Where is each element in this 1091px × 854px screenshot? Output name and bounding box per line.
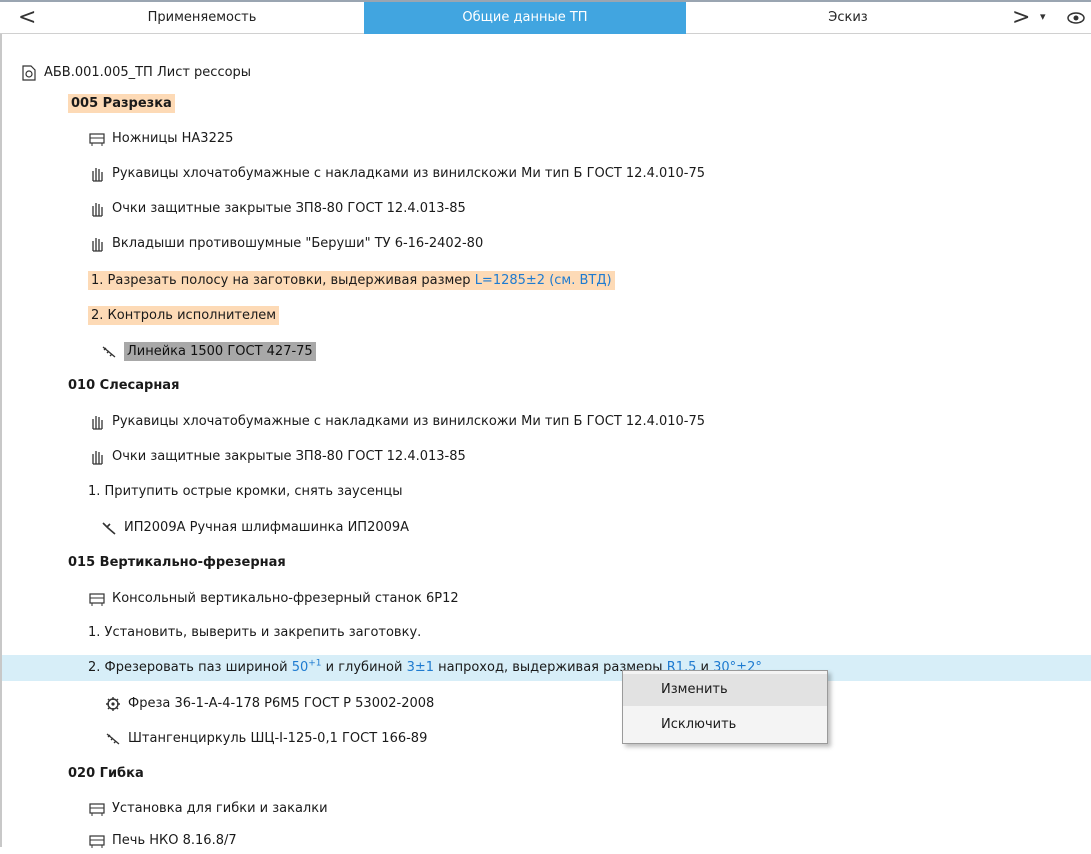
operation-title: 005 Разрезка (68, 94, 175, 113)
equipment-label: Установка для гибки и закалки (112, 801, 328, 816)
equipment-item[interactable]: Ножницы НА3225 (88, 126, 233, 152)
step-item[interactable]: 1. Установить, выверить и закрепить заго… (88, 620, 421, 646)
operation-title: 010 Слесарная (68, 378, 180, 393)
step-text: 1. Разрезать полосу на заготовки, выдерж… (91, 273, 475, 288)
ppe-label: Очки защитные закрытые ЗП8-80 ГОСТ 12.4.… (112, 201, 466, 216)
tab-sketch[interactable]: Эскиз (686, 2, 1010, 34)
caliper-icon (106, 733, 120, 744)
step-text: и глубиной (321, 660, 407, 675)
step-item[interactable]: 1. Разрезать полосу на заготовки, выдерж… (88, 268, 615, 294)
machine-icon (89, 834, 105, 848)
depth-value: 3±1 (406, 660, 434, 675)
equipment-label: Консольный вертикально-фрезерный станок … (112, 591, 459, 606)
tool-label: ИП2009А Ручная шлифмашинка ИП2009А (124, 520, 410, 535)
tree-root-label: АБВ.001.005_ТП Лист рессоры (44, 65, 252, 80)
operation-010[interactable]: 010 Слесарная (68, 373, 179, 399)
tab-bar: < Применяемость Общие данные ТП Эскиз > … (0, 0, 1091, 34)
ppe-label: Очки защитные закрытые ЗП8-80 ГОСТ 12.4.… (112, 449, 466, 464)
ruler-icon (102, 346, 116, 357)
equipment-item[interactable]: Консольный вертикально-фрезерный станок … (88, 586, 459, 612)
step-text: 1. Притупить острые кромки, снять заусен… (88, 484, 403, 499)
glove-icon (92, 415, 103, 430)
tool-item[interactable]: Фреза 36-1-А-4-178 Р6М5 ГОСТ Р 53002-200… (104, 691, 434, 717)
step-text: 2. Контроль исполнителем (88, 306, 280, 325)
operation-015[interactable]: 015 Вертикально-фрезерная (68, 550, 286, 576)
step-text: 2. Фрезеровать паз шириной (88, 660, 292, 675)
context-menu: Изменить Исключить (622, 670, 828, 744)
tool-label: Фреза 36-1-А-4-178 Р6М5 ГОСТ Р 53002-200… (128, 696, 435, 711)
machine-icon (89, 132, 105, 146)
ppe-item[interactable]: Рукавицы хлочатобумажные с накладками из… (88, 409, 705, 435)
ppe-item[interactable]: Рукавицы хлочатобумажные с накладками из… (88, 161, 705, 187)
context-menu-exclude[interactable]: Исключить (623, 709, 827, 741)
operation-020[interactable]: 020 Гибка (68, 761, 144, 787)
document-icon (22, 64, 36, 81)
tab-menu-dropdown[interactable]: ▾ (1040, 10, 1046, 23)
ppe-label: Рукавицы хлочатобумажные с накладками из… (112, 414, 706, 429)
equipment-label: Ножницы НА3225 (112, 131, 234, 146)
glove-icon (92, 450, 103, 465)
ppe-label: Рукавицы хлочатобумажные с накладками из… (112, 166, 706, 181)
ppe-label: Вкладыши противошумные "Беруши" ТУ 6-16-… (112, 236, 484, 251)
equipment-item[interactable]: Печь НКО 8.16.8/7 (88, 828, 237, 854)
operation-005[interactable]: 005 Разрезка (68, 91, 175, 117)
tree-left-border (0, 34, 2, 847)
glove-icon (92, 237, 103, 252)
tree-root[interactable]: АБВ.001.005_ТП Лист рессоры (20, 60, 251, 86)
tab-applicability[interactable]: Применяемость (40, 2, 364, 34)
width-number: 50 (291, 660, 309, 675)
equipment-label: Печь НКО 8.16.8/7 (112, 833, 237, 848)
step-item-selected[interactable]: 2. Фрезеровать паз шириной 50+1 и глубин… (2, 655, 1091, 681)
eye-icon[interactable] (1066, 8, 1086, 28)
tool-item[interactable]: Линейка 1500 ГОСТ 427-75 (100, 339, 316, 365)
step-item[interactable]: 1. Притупить острые кромки, снять заусен… (88, 479, 403, 505)
tab-general-data[interactable]: Общие данные ТП (364, 2, 686, 34)
tool-label: Штангенциркуль ШЦ-I-125-0,1 ГОСТ 166-89 (128, 731, 428, 746)
tool-item[interactable]: Штангенциркуль ШЦ-I-125-0,1 ГОСТ 166-89 (104, 726, 427, 752)
width-value: 50+1 (291, 658, 322, 675)
ppe-item[interactable]: Очки защитные закрытые ЗП8-80 ГОСТ 12.4.… (88, 196, 466, 222)
machine-icon (89, 592, 105, 606)
equipment-item[interactable]: Установка для гибки и закалки (88, 796, 328, 822)
context-menu-edit[interactable]: Изменить (623, 674, 827, 706)
cutter-icon (106, 696, 120, 711)
ppe-item[interactable]: Вкладыши противошумные "Беруши" ТУ 6-16-… (88, 231, 483, 257)
dimension-value: L=1285±2 (см. ВТД) (474, 273, 612, 288)
operation-title: 020 Гибка (68, 766, 144, 781)
step-text: 1. Установить, выверить и закрепить заго… (88, 625, 422, 640)
width-tolerance: +1 (308, 658, 322, 669)
tool-item[interactable]: ИП2009А Ручная шлифмашинка ИП2009А (100, 515, 409, 541)
tool-label: Линейка 1500 ГОСТ 427-75 (124, 342, 316, 361)
grinder-icon (102, 521, 116, 535)
glove-icon (92, 202, 103, 217)
glove-icon (92, 167, 103, 182)
prev-tab-arrow[interactable]: < (18, 4, 36, 32)
next-tab-arrow[interactable]: > (1012, 4, 1030, 32)
machine-icon (89, 802, 105, 816)
operation-title: 015 Вертикально-фрезерная (68, 555, 286, 570)
step-item[interactable]: 2. Контроль исполнителем (88, 303, 280, 329)
step-highlight: 1. Разрезать полосу на заготовки, выдерж… (88, 271, 615, 290)
ppe-item[interactable]: Очки защитные закрытые ЗП8-80 ГОСТ 12.4.… (88, 444, 466, 470)
